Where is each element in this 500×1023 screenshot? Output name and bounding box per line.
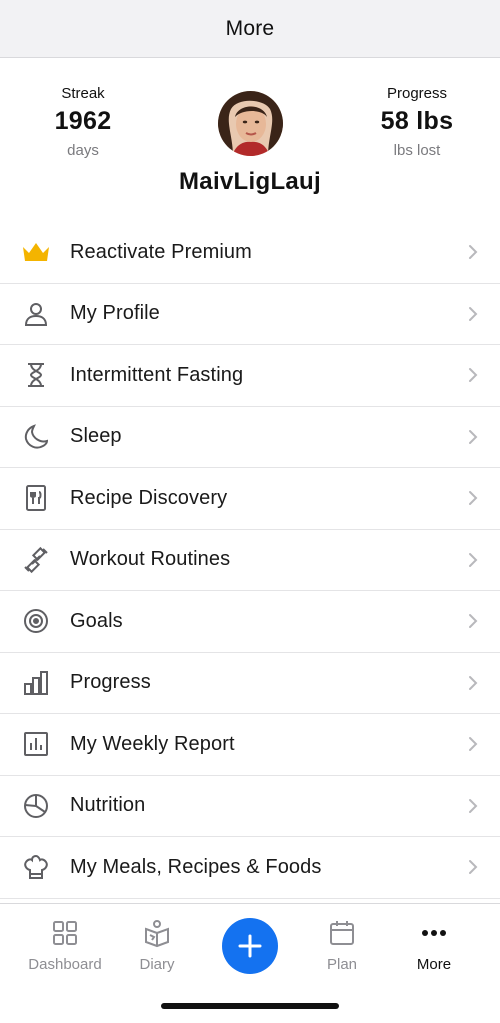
chevron-right-icon	[469, 245, 478, 260]
menu-item-label: Nutrition	[70, 794, 146, 817]
report-icon	[20, 728, 52, 760]
person-icon	[20, 298, 52, 330]
menu-item-my-meals-recipes-foods[interactable]: My Meals, Recipes & Foods	[0, 837, 500, 899]
username: MaivLigLauj	[179, 168, 321, 195]
menu-item-label: Intermittent Fasting	[70, 363, 244, 386]
tab-diary[interactable]: Diary	[112, 918, 202, 973]
menu-item-intermittent-fasting[interactable]: Intermittent Fasting	[0, 345, 500, 407]
home-indicator	[161, 1003, 339, 1009]
grid-icon	[53, 921, 77, 945]
tab-dashboard[interactable]: Dashboard	[20, 918, 110, 973]
menu-item-my-weekly-report[interactable]: My Weekly Report	[0, 714, 500, 776]
menu-item-label: Goals	[70, 609, 123, 632]
crown-icon	[20, 236, 52, 268]
bar-chart-icon	[20, 667, 52, 699]
chevron-right-icon	[469, 614, 478, 629]
tab-label: Plan	[326, 956, 358, 973]
page-title: More	[225, 16, 275, 40]
nav-bar: More	[0, 0, 500, 58]
progress-unit: lbs lost	[393, 142, 441, 159]
menu-item-label: Progress	[70, 671, 151, 694]
tab-label: Diary	[139, 956, 175, 973]
chevron-right-icon	[469, 798, 478, 813]
avatar[interactable]	[218, 91, 283, 156]
menu-item-recipe-discovery[interactable]: Recipe Discovery	[0, 468, 500, 530]
menu-item-my-profile[interactable]: My Profile	[0, 284, 500, 345]
calendar-icon	[330, 921, 354, 945]
streak-value: 1962	[54, 107, 112, 135]
menu-item-sleep[interactable]: Sleep	[0, 407, 500, 468]
hourglass-icon	[20, 359, 52, 391]
menu-item-reactivate-premium[interactable]: Reactivate Premium	[0, 222, 500, 284]
target-icon	[20, 605, 52, 637]
menu-item-label: Workout Routines	[70, 548, 231, 571]
chef-hat-icon	[20, 851, 52, 883]
moon-icon	[20, 421, 52, 453]
plus-icon	[238, 934, 262, 958]
tab-plan[interactable]: Plan	[297, 918, 387, 973]
progress-label: Progress	[386, 85, 448, 102]
more-dots-icon	[422, 930, 446, 936]
chevron-right-icon	[469, 552, 478, 567]
menu-item-progress[interactable]: Progress	[0, 653, 500, 714]
menu-item-label: Sleep	[70, 425, 122, 448]
chevron-right-icon	[469, 429, 478, 444]
chevron-right-icon	[469, 368, 478, 383]
menu-item-label: My Meals, Recipes & Foods	[70, 855, 322, 878]
chevron-right-icon	[469, 737, 478, 752]
chevron-right-icon	[469, 306, 478, 321]
tab-label: More	[416, 956, 452, 973]
streak-label: Streak	[61, 85, 105, 102]
tab-label: Dashboard	[28, 956, 102, 973]
chevron-right-icon	[469, 491, 478, 506]
progress-value: 58 lbs	[380, 107, 454, 135]
streak-stat[interactable]: Streak 1962 days	[13, 85, 153, 159]
chevron-right-icon	[469, 675, 478, 690]
tab-more[interactable]: More	[389, 918, 479, 973]
menu-item-label: Recipe Discovery	[70, 486, 228, 509]
dumbbell-icon	[20, 544, 52, 576]
diary-icon	[145, 920, 169, 948]
menu-item-label: Reactivate Premium	[70, 240, 252, 263]
menu-item-nutrition[interactable]: Nutrition	[0, 776, 500, 837]
streak-unit: days	[67, 142, 99, 159]
menu-item-goals[interactable]: Goals	[0, 591, 500, 653]
chevron-right-icon	[469, 860, 478, 875]
progress-stat[interactable]: Progress 58 lbs lbs lost	[347, 85, 487, 159]
menu-item-workout-routines[interactable]: Workout Routines	[0, 530, 500, 591]
pie-chart-icon	[20, 790, 52, 822]
profile-header: Streak 1962 days MaivLigLauj Progress 58…	[0, 58, 500, 222]
menu-item-label: My Weekly Report	[70, 732, 235, 755]
recipe-book-icon	[20, 482, 52, 514]
menu-item-label: My Profile	[70, 302, 160, 325]
more-menu-list: Reactivate Premium My Profile Intermitte…	[0, 222, 500, 899]
add-button[interactable]	[222, 918, 278, 974]
